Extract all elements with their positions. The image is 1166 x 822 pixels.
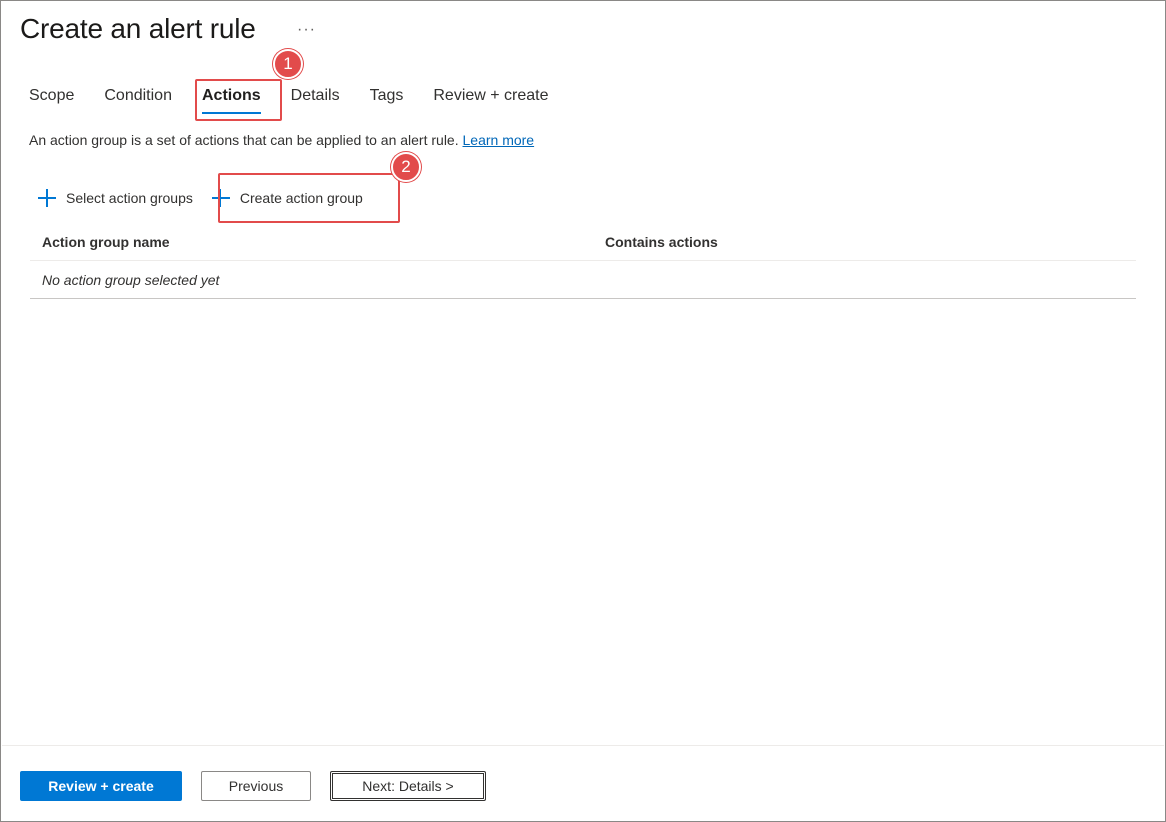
previous-button[interactable]: Previous bbox=[201, 771, 311, 801]
table-header: Action group name Contains actions bbox=[30, 223, 1136, 261]
empty-state-text: No action group selected yet bbox=[42, 271, 220, 288]
more-options-button[interactable]: ··· bbox=[297, 21, 316, 39]
annotation-badge-2: 2 bbox=[391, 152, 421, 182]
annotation-highlight-actions-tab bbox=[195, 79, 282, 121]
table-row-empty: No action group selected yet bbox=[30, 261, 1136, 299]
page-title: Create an alert rule bbox=[20, 13, 256, 44]
description-text: An action group is a set of actions that… bbox=[29, 132, 534, 148]
next-details-button[interactable]: Next: Details > bbox=[330, 771, 486, 801]
column-header-action-group-name[interactable]: Action group name bbox=[30, 234, 593, 250]
action-groups-table: Action group name Contains actions No ac… bbox=[30, 223, 1136, 299]
learn-more-link[interactable]: Learn more bbox=[463, 132, 535, 148]
tab-review-create[interactable]: Review + create bbox=[421, 79, 560, 113]
tab-scope[interactable]: Scope bbox=[17, 79, 86, 113]
tab-condition[interactable]: Condition bbox=[92, 79, 184, 113]
column-header-contains-actions[interactable]: Contains actions bbox=[593, 234, 718, 250]
tab-details[interactable]: Details bbox=[279, 79, 352, 113]
blade-frame: Create an alert rule ··· Scope Condition… bbox=[0, 0, 1166, 822]
wizard-tabs: Scope Condition Actions Details Tags Rev… bbox=[17, 79, 567, 119]
annotation-badge-1: 1 bbox=[273, 49, 303, 79]
select-action-groups-label: Select action groups bbox=[66, 190, 193, 206]
tab-tags[interactable]: Tags bbox=[358, 79, 416, 113]
wizard-footer: Review + create Previous Next: Details > bbox=[2, 745, 1164, 821]
description-body: An action group is a set of actions that… bbox=[29, 132, 459, 148]
review-create-button[interactable]: Review + create bbox=[20, 771, 182, 801]
select-action-groups-button[interactable]: Select action groups bbox=[29, 183, 201, 213]
annotation-highlight-create-action-group bbox=[218, 173, 400, 223]
plus-icon bbox=[37, 188, 57, 208]
